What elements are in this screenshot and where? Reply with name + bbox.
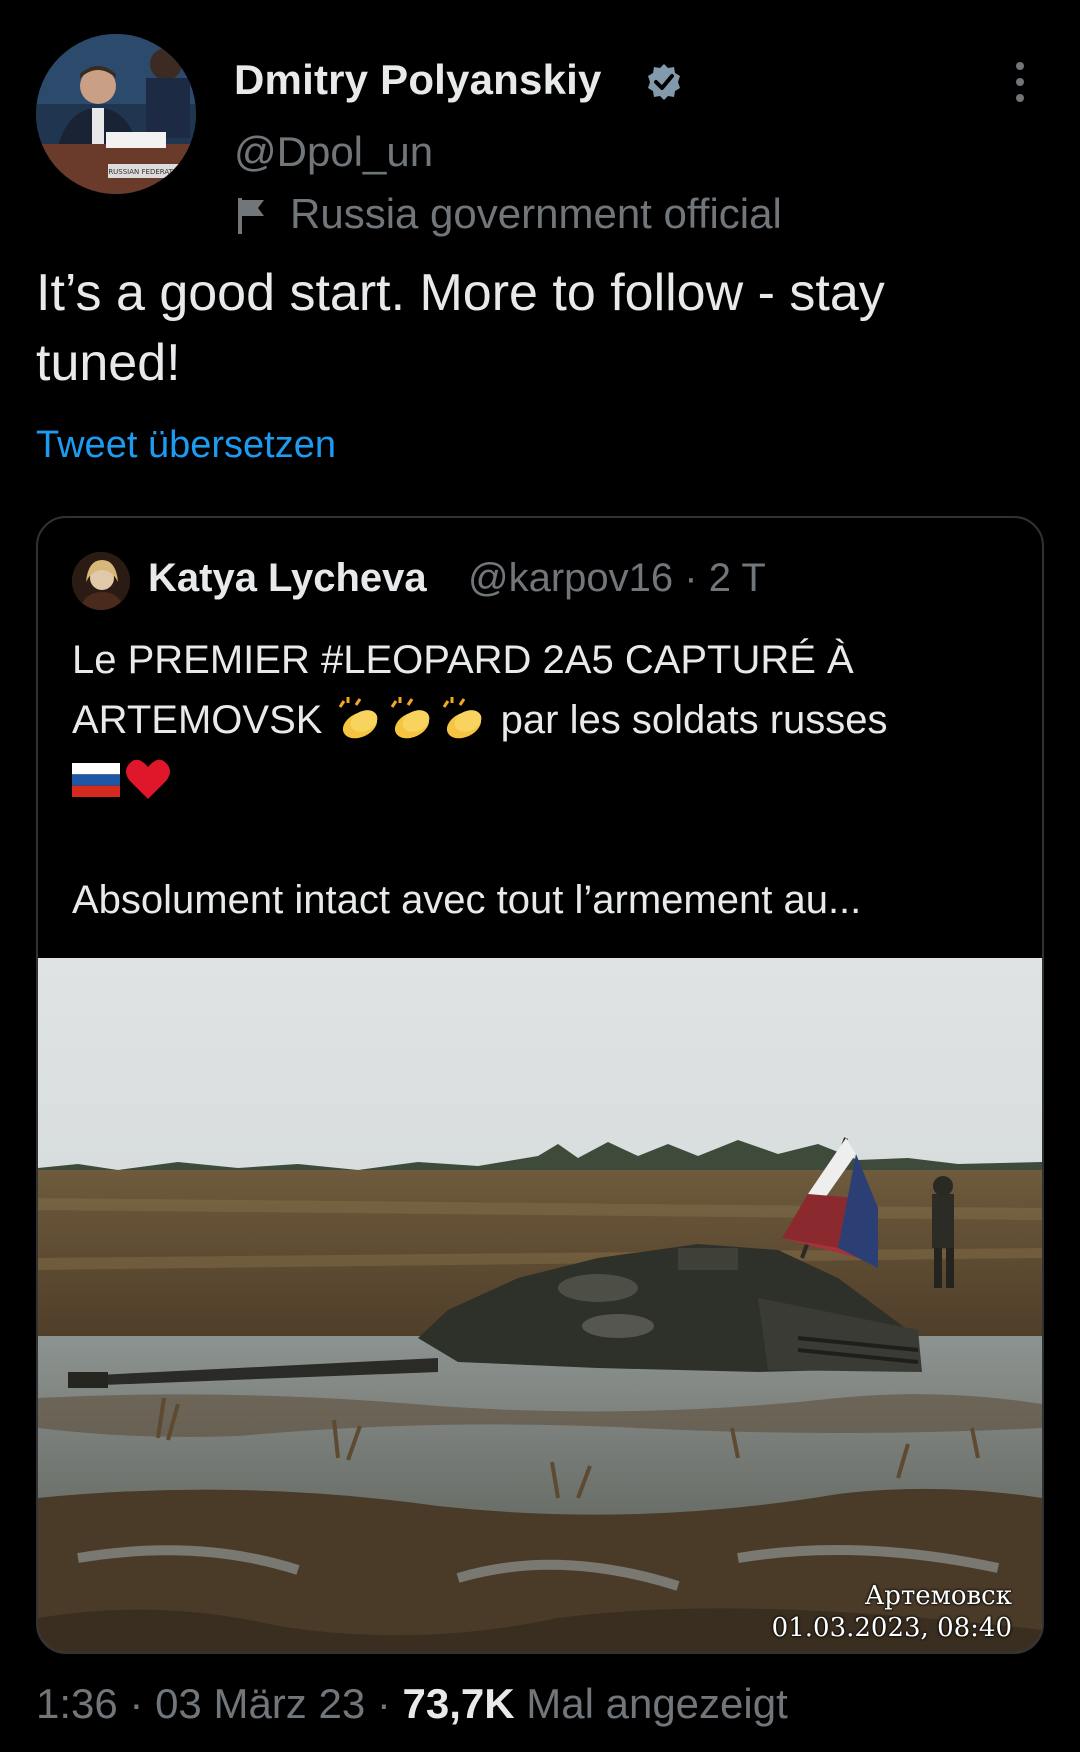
- caption-datetime: 01.03.2023, 08:40: [771, 1613, 1012, 1643]
- quoted-text-line2: Absolument intact avec tout l’armement a…: [72, 878, 862, 922]
- quoted-author-avatar: [72, 552, 130, 610]
- clapping-hands-emoji: [338, 697, 377, 739]
- translate-tweet-link[interactable]: Tweet übersetzen: [36, 424, 336, 467]
- author-name[interactable]: Dmitry Polyanskiy: [234, 56, 602, 104]
- flag-icon: [238, 198, 264, 234]
- clapping-hands-emoji: [390, 697, 429, 739]
- tweet-detail-page: RUSSIAN FEDERATION Dmitry Polyanskiy @Dp…: [0, 0, 1080, 1752]
- clapping-hands-emoji: [442, 697, 481, 739]
- government-official-label: Russia government official: [290, 190, 782, 237]
- author-avatar[interactable]: RUSSIAN FEDERATION: [36, 34, 196, 194]
- russia-flag-emoji: [72, 763, 120, 797]
- tweet-time[interactable]: 1:36: [36, 1680, 118, 1727]
- verified-badge-icon: [648, 64, 680, 100]
- quoted-text-line1-after: par les soldats russes: [489, 698, 888, 742]
- quoted-tweet-card[interactable]: Katya Lycheva @karpov16 · 2 T Le PREMIER…: [36, 516, 1044, 1654]
- quoted-tweet-text: Le PREMIER #LEOPARD 2A5 CAPTURÉ À ARTEMO…: [72, 630, 1022, 930]
- tweet-text: It’s a good start. More to follow - stay…: [36, 264, 885, 392]
- quoted-author-handle-time: @karpov16 · 2 T: [468, 556, 766, 600]
- quoted-author-name: Katya Lycheva: [148, 556, 427, 600]
- more-vertical-icon[interactable]: [1004, 60, 1036, 104]
- red-heart-emoji: [126, 759, 170, 799]
- tweet-meta: 1:36 · 03 März 23 · 73,7K Mal angezeigt: [36, 1680, 788, 1728]
- caption-place: Артемовск: [864, 1581, 1012, 1611]
- quoted-tweet-image[interactable]: Артемовск 01.03.2023, 08:40: [38, 958, 1042, 1652]
- separator: ·: [117, 1680, 156, 1727]
- author-handle[interactable]: @Dpol_un: [234, 128, 433, 176]
- svg-text:RUSSIAN FEDERATION: RUSSIAN FEDERATION: [108, 168, 185, 176]
- view-count[interactable]: 73,7K: [403, 1680, 515, 1727]
- image-watermark-caption: Артемовск 01.03.2023, 08:40: [772, 1580, 1012, 1644]
- separator: ·: [365, 1680, 403, 1727]
- view-count-label: Mal angezeigt: [514, 1680, 788, 1727]
- tweet-date[interactable]: 03 März 23: [155, 1680, 365, 1727]
